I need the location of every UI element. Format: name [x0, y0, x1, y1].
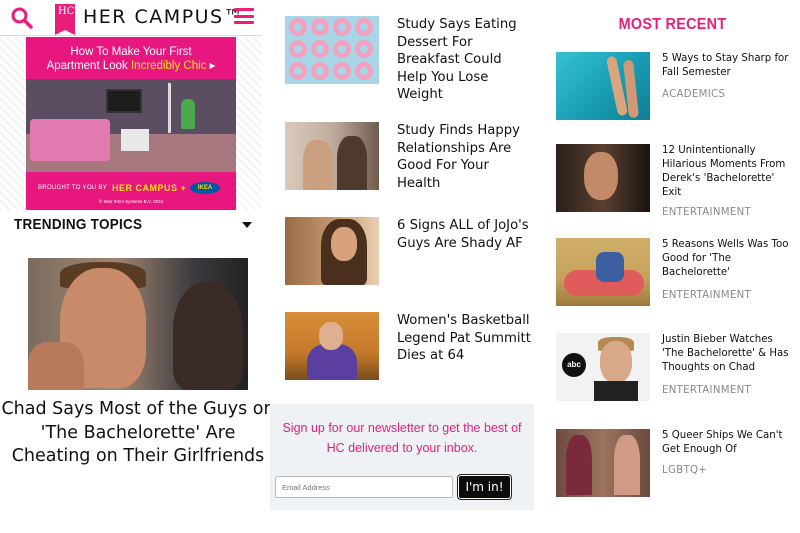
site-header: HC HER CAMPUS™ [0, 0, 262, 36]
recent-title[interactable]: Justin Bieber Watches 'The Bachelorette'… [662, 333, 796, 375]
recent-thumbnail: abc [556, 333, 650, 401]
subscribe-button[interactable]: I'm in! [457, 474, 512, 500]
featured-article-image[interactable] [28, 258, 248, 390]
recent-item[interactable]: abc Justin Bieber Watches 'The Bachelore… [545, 333, 800, 403]
recent-title[interactable]: 5 Queer Ships We Can't Get Enough Of [662, 429, 796, 457]
search-icon [11, 7, 33, 29]
recent-thumbnail [556, 429, 650, 497]
email-field[interactable] [275, 476, 453, 498]
ad-room-image [26, 79, 236, 172]
right-column: MOST RECENT 5 Ways to Stay Sharp for Fal… [545, 0, 800, 533]
logo-badge: HC [55, 4, 75, 35]
article-item[interactable]: Study Finds Happy Relationships Are Good… [270, 122, 534, 192]
article-thumbnail [285, 122, 379, 190]
ad-brought-by: BROUGHT TO YOU BY [38, 185, 108, 191]
article-thumbnail [285, 312, 379, 380]
recent-item[interactable]: 5 Ways to Stay Sharp for Fall Semester A… [545, 52, 800, 122]
article-title[interactable]: Study Says Eating Dessert For Breakfast … [397, 16, 534, 104]
recent-category[interactable]: LGBTQ+ [662, 465, 707, 476]
article-item[interactable]: 6 Signs ALL of JoJo's Guys Are Shady AF [270, 217, 534, 287]
logo-text: HER CAMPUS™ [83, 6, 245, 28]
article-thumbnail [285, 16, 379, 84]
middle-column: Study Says Eating Dessert For Breakfast … [270, 0, 534, 533]
ad-brand: HER CAMPUS + [112, 183, 187, 193]
trending-topics-bar: TRENDING TOPICS [0, 214, 262, 236]
most-recent-title: MOST RECENT [618, 16, 727, 33]
recent-category[interactable]: ENTERTAINMENT [662, 207, 751, 218]
recent-item[interactable]: 5 Reasons Wells Was Too Good for 'The Ba… [545, 238, 800, 308]
recent-thumbnail [556, 238, 650, 306]
recent-thumbnail [556, 52, 650, 120]
chevron-down-icon[interactable] [242, 222, 252, 228]
article-title[interactable]: Women's Basketball Legend Pat Summitt Di… [397, 312, 534, 365]
ad-copyright: © Inter IKEA Systems B.V. 2016 [99, 199, 163, 204]
newsletter-signup: Sign up for our newsletter to get the be… [270, 404, 534, 510]
menu-button[interactable] [234, 8, 254, 24]
arrow-icon: ▸ [209, 60, 216, 72]
recent-title[interactable]: 12 Unintentionally Hilarious Moments Fro… [662, 144, 796, 200]
trending-topics-title: TRENDING TOPICS [14, 216, 143, 233]
article-thumbnail [285, 217, 379, 285]
article-title[interactable]: Study Finds Happy Relationships Are Good… [397, 122, 534, 192]
hamburger-menu-icon [234, 8, 254, 11]
recent-category[interactable]: ACADEMICS [662, 89, 725, 100]
recent-title[interactable]: 5 Ways to Stay Sharp for Fall Semester [662, 52, 796, 80]
search-button[interactable] [10, 6, 34, 30]
site-logo[interactable]: HC HER CAMPUS™ [55, 4, 245, 35]
recent-item[interactable]: 5 Queer Ships We Can't Get Enough Of LGB… [545, 429, 800, 499]
article-item[interactable]: Women's Basketball Legend Pat Summitt Di… [270, 312, 534, 382]
ikea-ad-banner[interactable]: How To Make Your First Apartment Look In… [26, 37, 236, 210]
ad-container: How To Make Your First Apartment Look In… [0, 37, 262, 210]
ad-headline: How To Make Your First Apartment Look In… [46, 46, 216, 72]
left-column: HC HER CAMPUS™ How To Make Your First Ap… [0, 0, 275, 533]
newsletter-text: Sign up for our newsletter to get the be… [282, 421, 522, 455]
ad-footer: BROUGHT TO YOU BY HER CAMPUS + IKEA © In… [26, 172, 236, 210]
article-item[interactable]: Study Says Eating Dessert For Breakfast … [270, 16, 534, 102]
article-title[interactable]: 6 Signs ALL of JoJo's Guys Are Shady AF [397, 217, 534, 252]
recent-item[interactable]: 12 Unintentionally Hilarious Moments Fro… [545, 144, 800, 218]
recent-category[interactable]: ENTERTAINMENT [662, 290, 751, 301]
featured-article-title[interactable]: Chad Says Most of the Guys on 'The Bache… [0, 398, 276, 469]
recent-category[interactable]: ENTERTAINMENT [662, 385, 751, 396]
ikea-logo: IKEA [190, 182, 220, 194]
recent-thumbnail [556, 144, 650, 212]
recent-title[interactable]: 5 Reasons Wells Was Too Good for 'The Ba… [662, 238, 796, 280]
